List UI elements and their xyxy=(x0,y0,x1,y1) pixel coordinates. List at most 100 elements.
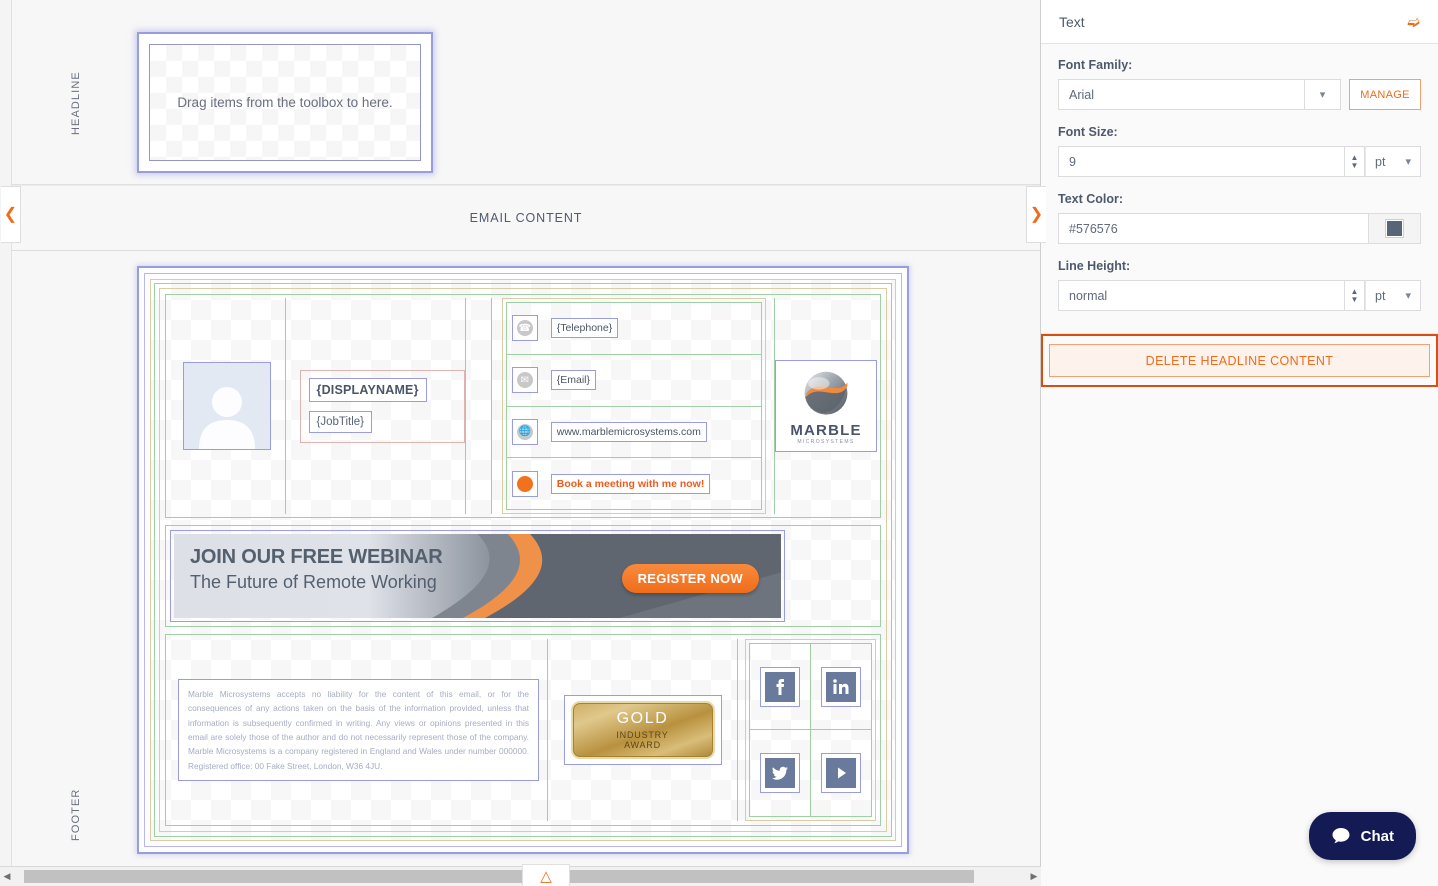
orange-dot-icon[interactable] xyxy=(511,470,538,497)
scroll-right-arrow[interactable]: ▶ xyxy=(1027,871,1041,882)
disclaimer-cell[interactable]: Marble Microsystems accepts no liability… xyxy=(170,639,548,821)
social-cell-facebook[interactable] xyxy=(750,644,811,730)
social-cell-linkedin[interactable] xyxy=(810,644,871,730)
delete-headline-content-button[interactable]: DELETE HEADLINE CONTENT xyxy=(1049,344,1430,377)
booking-link-value[interactable]: Book a meeting with me now! xyxy=(550,473,711,494)
logo-cell[interactable]: MARBLE MICROSYSTEMS xyxy=(774,298,877,514)
font-size-unit-value: pt xyxy=(1375,154,1386,169)
scrollbar-thumb[interactable] xyxy=(24,870,974,883)
job-title-field[interactable]: {JobTitle} xyxy=(308,410,373,433)
facebook-icon[interactable] xyxy=(759,666,800,707)
avatar-placeholder-icon[interactable] xyxy=(182,362,271,450)
font-size-group: Font Size: 9 ▲ ▼ pt ▾ xyxy=(1058,125,1421,177)
panel-body: Font Family: Arial ▾ MANAGE Font Size: 9… xyxy=(1041,44,1438,334)
telephone-value[interactable]: {Telephone} xyxy=(550,318,619,339)
name-cell[interactable]: {DISPLAYNAME} {JobTitle} xyxy=(286,298,467,514)
email-content-title: EMAIL CONTENT xyxy=(469,211,583,225)
banner-text-block: JOIN OUR FREE WEBINAR The Future of Remo… xyxy=(190,546,443,593)
text-color-group: Text Color: #576576 xyxy=(1058,192,1421,244)
chat-bubble-icon xyxy=(1332,828,1350,844)
banner-headline: JOIN OUR FREE WEBINAR xyxy=(190,546,443,568)
envelope-icon[interactable]: ✉ xyxy=(511,367,538,394)
linkedin-icon[interactable] xyxy=(820,666,861,707)
font-family-input[interactable]: Arial xyxy=(1058,79,1305,110)
line-height-group: Line Height: normal ▲ ▼ pt ▾ xyxy=(1058,259,1421,311)
award-line-3: AWARD xyxy=(624,739,661,750)
headline-band: HEADLINE Drag items from the toolbox to … xyxy=(12,0,1040,185)
disclaimer-text: Marble Microsystems accepts no liability… xyxy=(188,689,529,771)
footer-band: FOOTER {DISPLAYNAME} {JobTitle} ☎ {Telep… xyxy=(12,251,1040,866)
font-family-label: Font Family: xyxy=(1058,58,1133,72)
chevron-up-icon[interactable]: △ xyxy=(522,864,570,886)
font-family-chevron-down-icon[interactable]: ▾ xyxy=(1305,79,1341,110)
line-height-stepper[interactable]: ▲ ▼ xyxy=(1345,280,1365,311)
contact-row-email[interactable]: ✉ {Email} xyxy=(506,355,761,407)
email-value[interactable]: {Email} xyxy=(550,370,597,391)
line-height-unit-select[interactable]: pt ▾ xyxy=(1365,280,1421,311)
social-cell-twitter[interactable] xyxy=(750,730,811,816)
contact-row-telephone[interactable]: ☎ {Telephone} xyxy=(506,303,761,355)
company-logo[interactable]: MARBLE MICROSYSTEMS xyxy=(775,360,877,452)
properties-panel: Text ➫ Font Family: Arial ▾ MANAGE Font … xyxy=(1041,0,1438,886)
panel-header: Text ➫ xyxy=(1041,0,1438,44)
text-color-input[interactable]: #576576 xyxy=(1058,213,1369,244)
manage-fonts-button[interactable]: MANAGE xyxy=(1349,79,1421,110)
editor-left-gutter xyxy=(0,0,12,866)
avatar-cell[interactable] xyxy=(169,298,286,514)
chevron-left-icon[interactable]: ❮ xyxy=(1,186,21,243)
font-size-unit-select[interactable]: pt ▾ xyxy=(1365,146,1421,177)
register-now-button[interactable]: REGISTER NOW xyxy=(621,564,759,593)
headline-dropzone-inner[interactable]: Drag items from the toolbox to here. xyxy=(149,44,421,161)
email-content-band: EMAIL CONTENT xyxy=(12,185,1040,251)
contact-row-website[interactable]: 🌐 www.marblemicrosystems.com xyxy=(506,407,761,459)
award-cell[interactable]: GOLD INDUSTRY AWARD xyxy=(548,639,738,821)
phone-icon[interactable]: ☎ xyxy=(511,315,538,342)
panel-title: Text xyxy=(1059,13,1085,30)
chat-label: Chat xyxy=(1360,827,1394,845)
award-line-2: INDUSTRY xyxy=(616,729,669,740)
app-root: HEADLINE Drag items from the toolbox to … xyxy=(0,0,1438,886)
chevron-down-icon[interactable]: ➫ xyxy=(1407,13,1420,31)
gold-award-badge[interactable]: GOLD INDUSTRY AWARD xyxy=(570,701,715,759)
headline-dropzone-text: Drag items from the toolbox to here. xyxy=(177,95,393,110)
scroll-left-arrow[interactable]: ◀ xyxy=(0,871,14,882)
chat-widget-button[interactable]: Chat xyxy=(1308,812,1416,860)
scrollbar-track[interactable] xyxy=(14,870,1027,883)
website-value[interactable]: www.marblemicrosystems.com xyxy=(550,421,707,442)
webinar-banner-art[interactable]: JOIN OUR FREE WEBINAR The Future of Remo… xyxy=(174,534,781,618)
youtube-icon[interactable] xyxy=(820,753,861,793)
signature-block[interactable]: {DISPLAYNAME} {JobTitle} ☎ {Telephone} ✉… xyxy=(137,266,909,854)
award-frame[interactable]: GOLD INDUSTRY AWARD xyxy=(563,695,722,765)
font-size-input[interactable]: 9 xyxy=(1058,146,1345,177)
font-size-label: Font Size: xyxy=(1058,125,1118,139)
globe-icon[interactable]: 🌐 xyxy=(511,418,538,445)
twitter-icon[interactable] xyxy=(759,753,800,793)
font-family-group: Font Family: Arial ▾ MANAGE xyxy=(1058,58,1421,110)
font-size-stepper[interactable]: ▲ ▼ xyxy=(1345,146,1365,177)
line-height-label: Line Height: xyxy=(1058,259,1131,273)
webinar-banner[interactable]: JOIN OUR FREE WEBINAR The Future of Remo… xyxy=(170,530,785,622)
chevron-right-icon[interactable]: ❯ xyxy=(1026,186,1046,243)
headline-dropzone[interactable]: Drag items from the toolbox to here. xyxy=(137,32,433,173)
headline-band-label: HEADLINE xyxy=(70,71,82,135)
disclaimer-box[interactable]: Marble Microsystems accepts no liability… xyxy=(178,679,539,781)
signature-banner-row: JOIN OUR FREE WEBINAR The Future of Remo… xyxy=(165,525,881,627)
social-icons-cell xyxy=(745,639,876,821)
color-swatch xyxy=(1385,219,1404,238)
line-height-unit-chevron-down-icon: ▾ xyxy=(1405,290,1411,302)
contact-row-booking[interactable]: Book a meeting with me now! xyxy=(507,458,761,509)
signature-frame-1: {DISPLAYNAME} {JobTitle} ☎ {Telephone} ✉… xyxy=(144,273,902,847)
display-name-field[interactable]: {DISPLAYNAME} xyxy=(308,377,427,402)
line-height-input[interactable]: normal xyxy=(1058,280,1345,311)
delete-button-highlight: DELETE HEADLINE CONTENT xyxy=(1041,334,1438,387)
social-grid xyxy=(749,643,872,817)
horizontal-scrollbar[interactable]: ◀ ▶ xyxy=(0,866,1041,886)
spacer-cell xyxy=(466,298,492,514)
social-cell-youtube[interactable] xyxy=(811,730,872,816)
name-selection-box[interactable]: {DISPLAYNAME} {JobTitle} xyxy=(299,369,466,443)
logo-subtitle: MICROSYSTEMS xyxy=(797,439,855,445)
color-swatch-button[interactable] xyxy=(1369,213,1421,244)
contact-table: ☎ {Telephone} ✉ {Email} 🌐 www.marblemicr… xyxy=(505,302,762,510)
font-size-unit-chevron-down-icon: ▾ xyxy=(1405,156,1411,168)
line-height-unit-value: pt xyxy=(1375,288,1386,303)
